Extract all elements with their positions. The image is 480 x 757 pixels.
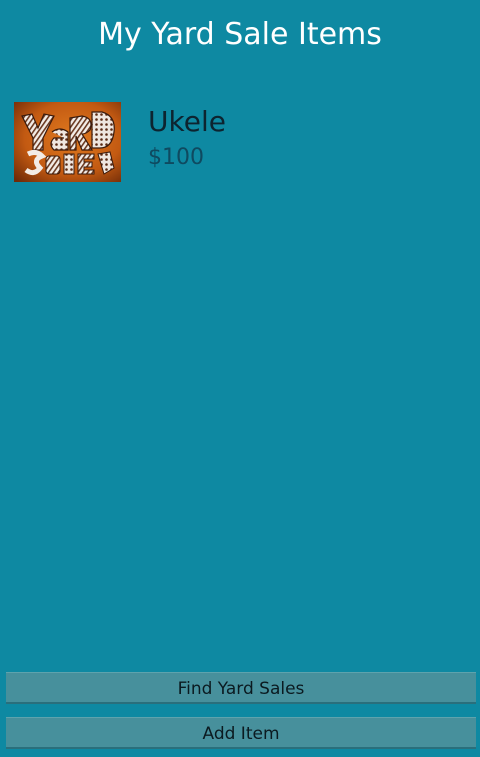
add-item-button[interactable]: Add Item <box>6 717 476 749</box>
page-title: My Yard Sale Items <box>98 17 382 52</box>
list-item[interactable]: Ukele $100 <box>0 100 480 184</box>
item-name: Ukele <box>148 105 226 138</box>
yard-sale-sign-image <box>14 102 121 182</box>
item-price: $100 <box>148 145 204 170</box>
items-list: Ukele $100 <box>0 100 480 184</box>
find-yard-sales-button[interactable]: Find Yard Sales <box>6 672 476 704</box>
